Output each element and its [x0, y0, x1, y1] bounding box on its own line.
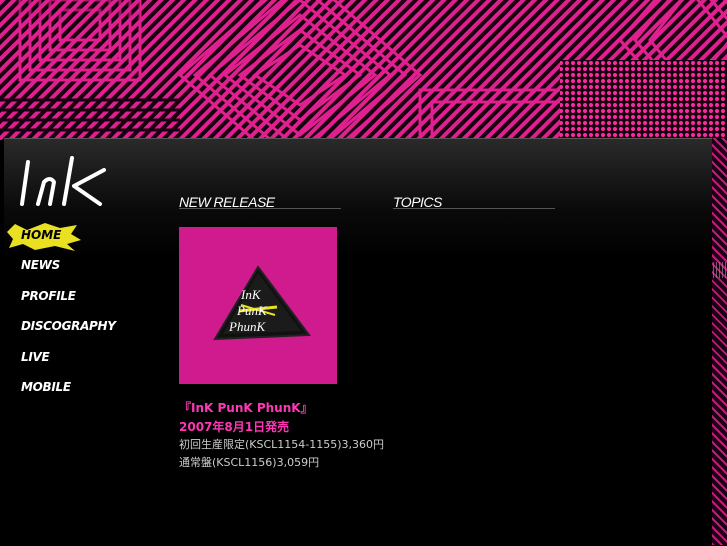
jacket-line-3: PhunK — [229, 319, 266, 334]
nav-news[interactable]: NEWS — [21, 258, 60, 272]
resize-grip[interactable] — [713, 262, 726, 278]
nav-profile[interactable]: PROFILE — [21, 289, 76, 303]
release-edition-regular: 通常盤(KSCL1156)3,059円 — [179, 456, 320, 469]
release-title[interactable]: 『InK PunK PhunK』 — [179, 399, 313, 416]
nav-home-label: HOME — [21, 228, 62, 242]
jacket-line-2: PunK — [237, 303, 267, 318]
nav-mobile[interactable]: MOBILE — [21, 380, 71, 394]
nav-discography[interactable]: DISCOGRAPHY — [21, 319, 116, 333]
nav-live[interactable]: LIVE — [21, 350, 50, 364]
side-pattern-strip — [712, 138, 727, 545]
site-logo[interactable] — [16, 152, 116, 212]
release-date: 2007年8月1日発売 — [179, 420, 290, 434]
release-edition-limited: 初回生産限定(KSCL1154-1155)3,360円 — [179, 438, 385, 451]
nav-home[interactable]: HOME — [5, 222, 81, 252]
release-jacket-image[interactable]: InK PunK PhunK — [179, 227, 337, 384]
ink-logo-mark — [20, 156, 106, 206]
topics-rule — [393, 208, 555, 209]
new-release-rule — [179, 208, 341, 209]
header-banner — [0, 0, 727, 140]
banner-pattern — [0, 0, 727, 140]
jacket-line-1: InK — [241, 287, 261, 302]
